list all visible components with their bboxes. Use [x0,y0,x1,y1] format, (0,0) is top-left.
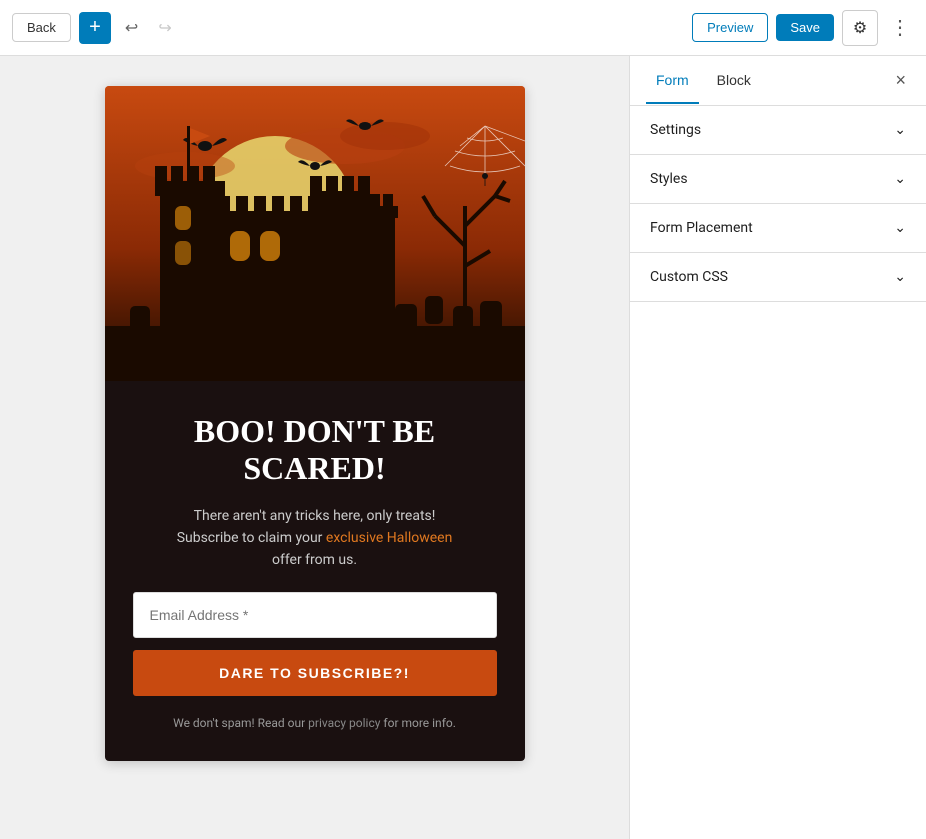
privacy-policy-link[interactable]: privacy policy [308,716,380,730]
undo-icon: ↩ [125,18,138,38]
subscribe-button[interactable]: DARE TO SUBSCRIBE?! [133,650,497,696]
settings-chevron-icon: ⌄ [894,122,906,138]
form-placement-chevron-icon: ⌄ [894,220,906,236]
form-placement-label: Form Placement [650,220,753,236]
tab-block[interactable]: Block [707,58,761,104]
right-panel: Form Block × Settings ⌄ Styles ⌄ Form Pl… [629,56,926,839]
toolbar-left: Back + ↩ ↪ [12,12,684,44]
form-headline: BOO! DON'T BE SCARED! [133,413,497,487]
styles-label: Styles [650,171,688,187]
panel-section-settings: Settings ⌄ [630,106,926,155]
styles-section-header[interactable]: Styles ⌄ [630,155,926,203]
gear-icon: ⚙ [853,18,867,38]
canvas-area: BOO! DON'T BE SCARED! There aren't any t… [0,56,629,839]
add-block-button[interactable]: + [79,12,111,44]
panel-tabs: Form Block × [630,56,926,106]
styles-chevron-icon: ⌄ [894,171,906,187]
redo-icon: ↪ [158,18,171,38]
more-options-button[interactable]: ⋮ [886,11,914,44]
email-input[interactable] [133,592,497,638]
back-button[interactable]: Back [12,13,71,42]
tab-form[interactable]: Form [646,58,699,104]
settings-gear-button[interactable]: ⚙ [842,10,878,46]
form-placement-section-header[interactable]: Form Placement ⌄ [630,204,926,252]
plus-icon: + [89,16,101,39]
toolbar-right: Preview Save ⚙ ⋮ [692,10,914,46]
form-description: There aren't any tricks here, only treat… [133,505,497,572]
custom-css-section-header[interactable]: Custom CSS ⌄ [630,253,926,301]
panel-section-styles: Styles ⌄ [630,155,926,204]
form-card: BOO! DON'T BE SCARED! There aren't any t… [105,86,525,761]
form-desc-text1: There aren't any tricks here, only treat… [194,508,436,524]
dots-icon: ⋮ [890,17,910,39]
toolbar: Back + ↩ ↪ Preview Save ⚙ ⋮ [0,0,926,56]
highlight-link[interactable]: exclusive Halloween [326,530,452,546]
settings-label: Settings [650,122,701,138]
form-image [105,86,525,381]
panel-section-custom-css: Custom CSS ⌄ [630,253,926,302]
panel-close-button[interactable]: × [891,66,910,95]
panel-section-form-placement: Form Placement ⌄ [630,204,926,253]
footer-text2: for more info. [383,716,455,730]
redo-button[interactable]: ↪ [152,12,177,44]
footer-text: We don't spam! Read our privacy policy f… [133,714,497,733]
undo-button[interactable]: ↩ [119,12,144,44]
form-desc-text2: Subscribe to claim your [177,530,323,546]
preview-button[interactable]: Preview [692,13,768,42]
form-desc-text3: offer from us. [272,552,357,568]
custom-css-chevron-icon: ⌄ [894,269,906,285]
form-body: BOO! DON'T BE SCARED! There aren't any t… [105,381,525,761]
settings-section-header[interactable]: Settings ⌄ [630,106,926,154]
save-button[interactable]: Save [776,14,834,41]
main-area: BOO! DON'T BE SCARED! There aren't any t… [0,56,926,839]
footer-text1: We don't spam! Read our [173,716,305,730]
custom-css-label: Custom CSS [650,269,728,285]
